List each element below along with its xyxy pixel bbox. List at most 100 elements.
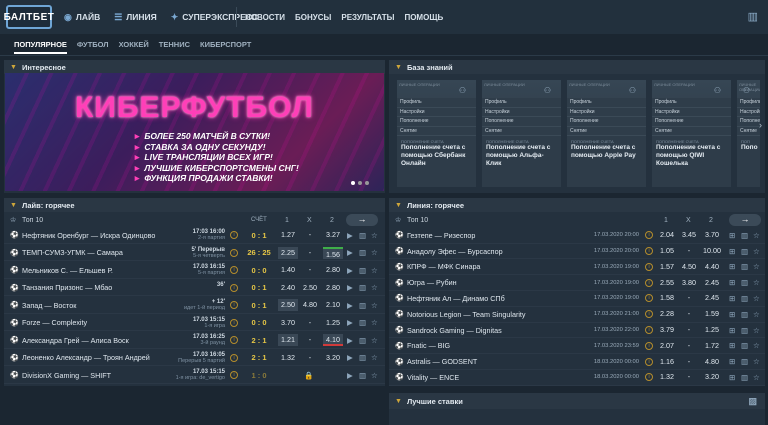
odds-2[interactable]: 2.80 bbox=[323, 282, 343, 294]
logo[interactable]: БАЛТБЕТ bbox=[4, 5, 54, 29]
odds-x[interactable]: - bbox=[679, 371, 699, 383]
stats-icon[interactable]: ▥ bbox=[359, 336, 366, 345]
live-more-button[interactable]: → bbox=[346, 214, 378, 226]
odds-2[interactable]: 1.25 bbox=[702, 324, 722, 336]
knowledge-header[interactable]: ▼ База знаний bbox=[389, 60, 765, 74]
favorite-star-icon[interactable]: ☆ bbox=[753, 341, 760, 350]
odds-2[interactable]: 2.80 bbox=[323, 264, 343, 276]
odds-x[interactable]: - bbox=[300, 352, 320, 364]
add-bet-icon[interactable]: ⊞ bbox=[729, 357, 735, 366]
coupon-icon[interactable]: ▨ bbox=[748, 396, 757, 407]
line-row[interactable]: ⚽ Astralis — GODSENT 18.03.2020 00:00 i 1.16… bbox=[389, 354, 765, 370]
info-icon[interactable]: i bbox=[645, 310, 653, 319]
odds-2[interactable]: 1.25 bbox=[323, 317, 343, 329]
stats-icon[interactable]: ▥ bbox=[741, 231, 748, 240]
odds-1[interactable]: 1.21 bbox=[278, 334, 298, 347]
favorite-star-icon[interactable]: ☆ bbox=[371, 318, 378, 327]
tab-esports[interactable]: КИБЕРСПОРТ bbox=[200, 40, 251, 49]
favorite-star-icon[interactable]: ☆ bbox=[753, 294, 760, 303]
info-icon[interactable]: i bbox=[230, 283, 238, 292]
nav-news[interactable]: НОВОСТИ bbox=[245, 13, 285, 22]
add-bet-icon[interactable]: ⊞ bbox=[729, 341, 735, 350]
odds-1[interactable]: 2.40 bbox=[278, 282, 298, 294]
stats-icon[interactable]: ▥ bbox=[741, 247, 748, 256]
odds-1[interactable] bbox=[278, 369, 298, 381]
tab-hockey[interactable]: ХОККЕЙ bbox=[119, 40, 149, 49]
chevron-right-icon[interactable]: › bbox=[759, 120, 762, 130]
info-icon[interactable]: i bbox=[645, 373, 653, 382]
favorite-star-icon[interactable]: ☆ bbox=[753, 373, 760, 382]
best-bets-header[interactable]: ▼ Лучшие ставки ▨ bbox=[389, 393, 765, 409]
stats-icon[interactable]: ▥ bbox=[748, 10, 758, 23]
add-bet-icon[interactable]: ⊞ bbox=[729, 231, 735, 240]
odds-2[interactable]: 1.59 bbox=[702, 308, 722, 320]
odds-2[interactable]: 3.70 bbox=[702, 229, 722, 241]
add-bet-icon[interactable]: ⊞ bbox=[729, 373, 735, 382]
odds-2[interactable]: 1.72 bbox=[702, 340, 722, 352]
odds-x[interactable]: - bbox=[300, 229, 320, 241]
odds-2[interactable]: 2.45 bbox=[702, 277, 722, 289]
favorite-star-icon[interactable]: ☆ bbox=[753, 247, 760, 256]
live-row[interactable]: ⚽ Леоненко Александр — Троян Андрей 17.03 … bbox=[4, 351, 385, 366]
line-row[interactable]: ⚽ Notorious Legion — Team Singularity 17.0… bbox=[389, 307, 765, 323]
carousel-dot[interactable] bbox=[351, 181, 355, 185]
odds-x[interactable]: - bbox=[679, 245, 699, 257]
stats-icon[interactable]: ▥ bbox=[359, 371, 366, 380]
knowledge-card[interactable]: ЛИЧНЫЕ ОПЕРАЦИИ⚇ПрофильНастройкиПополнен… bbox=[482, 80, 561, 187]
favorite-star-icon[interactable]: ☆ bbox=[371, 353, 378, 362]
info-icon[interactable]: i bbox=[230, 371, 238, 380]
live-row[interactable]: ⚽ ТЕМП-СУМЗ-УГМК — Самара 5' Перерыв 5-я че… bbox=[4, 246, 385, 261]
odds-1[interactable]: 1.27 bbox=[278, 229, 298, 241]
odds-2[interactable]: 1.56 bbox=[323, 246, 343, 259]
odds-1[interactable]: 1.16 bbox=[657, 356, 677, 368]
favorite-star-icon[interactable]: ☆ bbox=[371, 266, 378, 275]
nav-bonuses[interactable]: БОНУСЫ bbox=[295, 13, 331, 22]
stats-icon[interactable]: ▥ bbox=[359, 283, 366, 292]
knowledge-card[interactable]: ЛИЧНЫЕ ОПЕРАЦИИ⚇ПрофильНастройкиПополнен… bbox=[737, 80, 760, 187]
add-bet-icon[interactable]: ⊞ bbox=[729, 247, 735, 256]
info-icon[interactable]: i bbox=[230, 266, 238, 275]
odds-1[interactable]: 2.25 bbox=[278, 246, 298, 259]
line-row[interactable]: ⚽ Fnatic — BIG 17.03.2020 23:59 i 2.07-1.72 ⊞… bbox=[389, 339, 765, 355]
odds-1[interactable]: 2.28 bbox=[657, 308, 677, 320]
odds-1[interactable]: 1.05 bbox=[657, 245, 677, 257]
odds-2[interactable]: 2.10 bbox=[323, 299, 343, 311]
favorite-star-icon[interactable]: ☆ bbox=[753, 326, 760, 335]
carousel-dot[interactable] bbox=[365, 181, 369, 185]
odds-x[interactable]: - bbox=[679, 356, 699, 368]
video-icon[interactable]: ▶ bbox=[347, 336, 353, 345]
stats-icon[interactable]: ▥ bbox=[359, 266, 366, 275]
stats-icon[interactable]: ▥ bbox=[741, 326, 748, 335]
favorite-star-icon[interactable]: ☆ bbox=[371, 336, 378, 345]
odds-x[interactable]: - bbox=[679, 292, 699, 304]
stats-icon[interactable]: ▥ bbox=[359, 301, 366, 310]
odds-2[interactable]: 10.00 bbox=[702, 245, 722, 257]
info-icon[interactable]: i bbox=[230, 318, 238, 327]
stats-icon[interactable]: ▥ bbox=[359, 231, 366, 240]
info-icon[interactable]: i bbox=[645, 262, 653, 271]
odds-1[interactable]: 2.55 bbox=[657, 277, 677, 289]
nav-live[interactable]: ◉ ЛАЙВ bbox=[64, 12, 100, 23]
odds-x[interactable]: 4.80 bbox=[300, 299, 320, 311]
odds-2[interactable]: 4.10 bbox=[323, 334, 343, 347]
odds-1[interactable]: 2.04 bbox=[657, 229, 677, 241]
stats-icon[interactable]: ▥ bbox=[741, 278, 748, 287]
favorite-star-icon[interactable]: ☆ bbox=[371, 248, 378, 257]
odds-1[interactable]: 1.32 bbox=[278, 352, 298, 364]
info-icon[interactable]: i bbox=[645, 278, 653, 287]
stats-icon[interactable]: ▥ bbox=[359, 353, 366, 362]
nav-line[interactable]: ☰ ЛИНИЯ bbox=[114, 12, 157, 23]
info-icon[interactable]: i bbox=[645, 341, 653, 350]
odds-2[interactable]: 3.20 bbox=[702, 371, 722, 383]
video-icon[interactable]: ▶ bbox=[347, 283, 353, 292]
interesting-header[interactable]: ▼ Интересное bbox=[4, 60, 385, 74]
live-row[interactable]: ⚽ Мельников С. — Ельшев Р. 17.03 16:15 5-я … bbox=[4, 263, 385, 279]
favorite-star-icon[interactable]: ☆ bbox=[371, 231, 378, 240]
stats-icon[interactable]: ▥ bbox=[741, 357, 748, 366]
odds-2[interactable]: 3.27 bbox=[323, 229, 343, 241]
live-header[interactable]: ▼ Лайв: горячее bbox=[4, 198, 385, 212]
line-row[interactable]: ⚽ Vitality — ENCE 18.03.2020 00:00 i 1.32-3.… bbox=[389, 370, 765, 386]
odds-x[interactable]: - bbox=[679, 324, 699, 336]
odds-1[interactable]: 2.07 bbox=[657, 340, 677, 352]
add-bet-icon[interactable]: ⊞ bbox=[729, 326, 735, 335]
